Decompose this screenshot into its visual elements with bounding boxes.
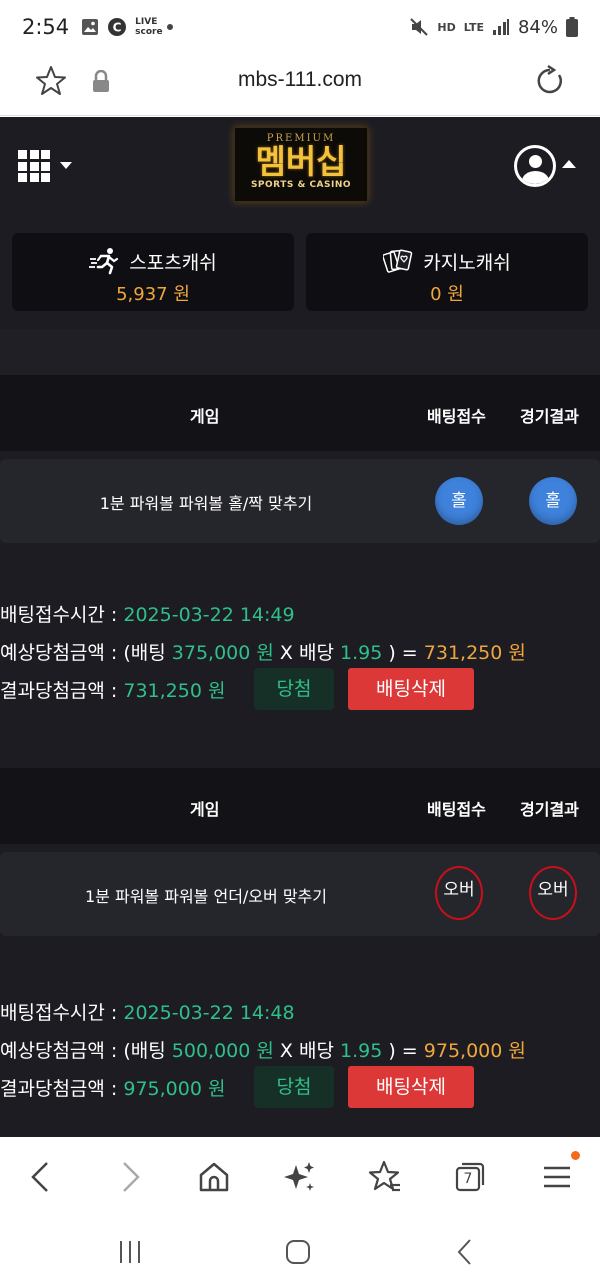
url-text[interactable]: mbs-111.com	[0, 68, 600, 92]
app-header: PREMIUM 멤버십 SPORTS & CASINO	[0, 117, 600, 217]
user-avatar-icon	[514, 145, 556, 187]
header-bet: 배팅접수	[427, 407, 486, 426]
dot-icon	[167, 24, 174, 30]
sports-cash-label: 스포츠캐쉬	[129, 251, 217, 274]
expected-label: 예상당첨금액 : (배팅	[0, 642, 166, 664]
ai-sparkle-icon[interactable]	[280, 1157, 320, 1197]
status-left-icons: C LIVE score	[81, 17, 174, 37]
playing-cards-icon	[383, 249, 413, 273]
odds-label: X 배당	[279, 1040, 334, 1062]
lte-icon: LTE	[463, 20, 484, 34]
cash-balances: 스포츠캐쉬 5,937 원 카지노캐쉬 0 원	[12, 233, 588, 311]
casino-cash-label: 카지노캐쉬	[423, 251, 511, 274]
status-right-icons: HD LTE 84%	[409, 17, 578, 38]
equals-label: ) =	[388, 642, 418, 664]
bet-row: 1분 파워볼 파워볼 언더/오버 맞추기 오버 오버	[0, 852, 600, 936]
result-badge: 오버	[529, 866, 577, 920]
sports-cash-card[interactable]: 스포츠캐쉬 5,937 원	[12, 233, 294, 311]
home-nav-icon[interactable]	[281, 1235, 315, 1269]
expected-label: 예상당첨금액 : (배팅	[0, 1040, 166, 1062]
logo-name: 멤버십	[255, 142, 347, 181]
running-man-icon	[89, 248, 119, 275]
menu-icon[interactable]	[537, 1157, 577, 1197]
casino-cash-value: 0 원	[430, 284, 464, 305]
delete-bet-button[interactable]: 배팅삭제	[348, 1066, 474, 1108]
back-icon[interactable]	[22, 1157, 62, 1197]
result-amount: 731,250 원	[123, 680, 226, 702]
bet-table: 게임 배팅접수 경기결과 1분 파워볼 파워볼 언더/오버 맞추기 오버 오버	[0, 768, 600, 936]
reload-icon[interactable]	[533, 64, 567, 98]
site-logo[interactable]: PREMIUM 멤버십 SPORTS & CASINO	[234, 127, 368, 202]
bet-pick-badge: 오버	[435, 866, 483, 920]
expected-amount: 731,250 원	[423, 642, 526, 664]
browser-toolbar: 7	[0, 1137, 600, 1215]
back-nav-icon[interactable]	[449, 1235, 483, 1269]
status-bar: 2:54 C LIVE score HD LTE 84%	[0, 0, 600, 54]
logo-sub: SPORTS & CASINO	[250, 180, 352, 190]
header-result: 경기결과	[520, 407, 579, 426]
tabs-button[interactable]: 7	[450, 1157, 490, 1197]
recent-apps-icon[interactable]	[113, 1235, 147, 1269]
result-amount-label: 결과당첨금액 :	[0, 1078, 118, 1100]
header-game: 게임	[190, 800, 220, 819]
divider-band	[0, 329, 600, 377]
home-icon[interactable]	[194, 1157, 234, 1197]
game-name: 1분 파워볼 파워볼 홀/짝 맞추기	[99, 494, 313, 513]
bet-time-label: 배팅접수시간 :	[0, 1002, 118, 1024]
forward-icon[interactable]	[110, 1157, 150, 1197]
user-menu-button[interactable]	[514, 145, 580, 187]
tabs-count: 7	[463, 1171, 473, 1187]
header-game: 게임	[190, 407, 220, 426]
browser-url-bar: mbs-111.com	[0, 54, 600, 116]
win-status-badge: 당첨	[254, 668, 334, 710]
result-badge: 홀	[529, 477, 577, 525]
win-status-badge: 당첨	[254, 1066, 334, 1108]
odds-label: X 배당	[279, 642, 334, 664]
bet-row: 1분 파워볼 파워볼 홀/짝 맞추기 홀 홀	[0, 459, 600, 543]
battery-icon	[566, 17, 578, 37]
odds-value: 1.95	[340, 642, 383, 664]
bet-pick-badge: 홀	[435, 477, 483, 525]
signal-icon	[492, 19, 509, 35]
bet-time-label: 배팅접수시간 :	[0, 604, 118, 626]
grid-menu-button[interactable]	[18, 150, 78, 182]
system-nav-bar	[0, 1215, 600, 1287]
casino-cash-card[interactable]: 카지노캐쉬 0 원	[306, 233, 588, 311]
odds-value: 1.95	[340, 1040, 383, 1062]
result-amount: 975,000 원	[123, 1078, 226, 1100]
bet-table-header: 게임 배팅접수 경기결과	[0, 375, 600, 451]
bet-amount: 375,000 원	[171, 642, 274, 664]
bet-table: 게임 배팅접수 경기결과 1분 파워볼 파워볼 홀/짝 맞추기 홀 홀	[0, 375, 600, 543]
mute-icon	[410, 18, 429, 36]
sports-cash-value: 5,937 원	[116, 284, 190, 305]
header-bet: 배팅접수	[427, 800, 486, 819]
c-app-icon: C	[108, 18, 127, 36]
delete-bet-button[interactable]: 배팅삭제	[348, 668, 474, 710]
bet-time-value: 2025-03-22 14:48	[123, 1002, 295, 1024]
bet-table-header: 게임 배팅접수 경기결과	[0, 768, 600, 844]
caret-up-icon	[562, 160, 576, 168]
notification-dot	[571, 1151, 580, 1160]
bet-time-value: 2025-03-22 14:49	[123, 604, 295, 626]
battery-percent: 84%	[517, 16, 558, 38]
caret-down-icon	[60, 162, 72, 169]
bookmarks-icon[interactable]	[364, 1157, 404, 1197]
header-result: 경기결과	[520, 800, 579, 819]
live-score-icon: LIVE score	[135, 17, 163, 37]
game-name: 1분 파워볼 파워볼 언더/오버 맞추기	[85, 887, 327, 906]
gallery-icon	[82, 19, 99, 35]
svg-text:C: C	[113, 21, 122, 35]
expected-amount: 975,000 원	[423, 1040, 526, 1062]
status-time: 2:54	[22, 15, 70, 39]
hd-voice-icon: HD	[437, 20, 456, 34]
result-amount-label: 결과당첨금액 :	[0, 680, 118, 702]
equals-label: ) =	[388, 1040, 418, 1062]
bet-amount: 500,000 원	[171, 1040, 274, 1062]
app-content: PREMIUM 멤버십 SPORTS & CASINO 스포츠캐쉬 5,937 …	[0, 117, 600, 1137]
grid-icon	[18, 150, 50, 182]
